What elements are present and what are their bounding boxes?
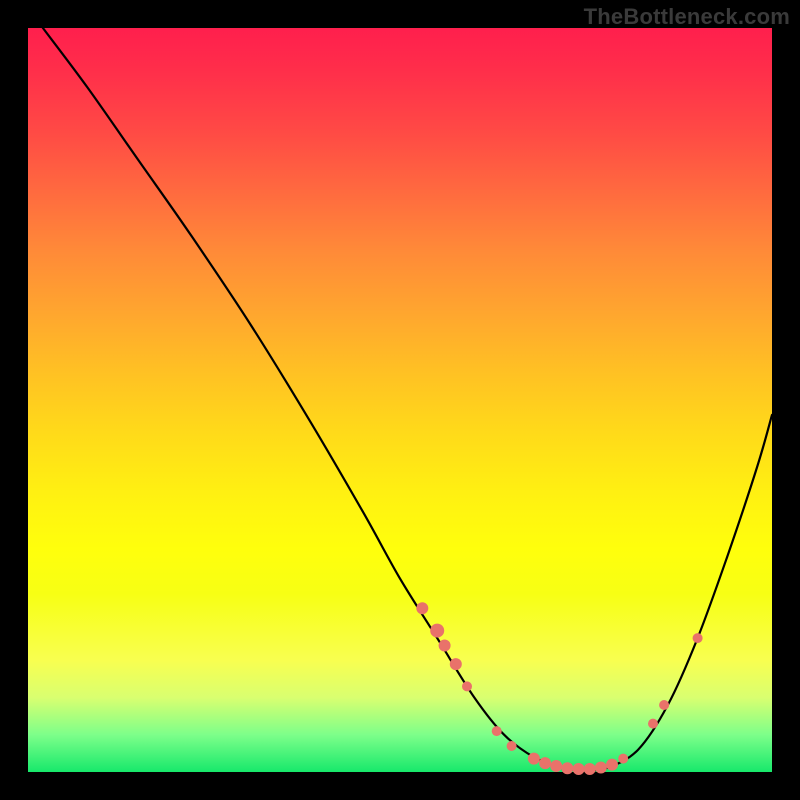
marker-dot — [450, 658, 462, 670]
marker-dot — [416, 602, 428, 614]
chart-svg — [28, 28, 772, 772]
marker-dot — [648, 719, 658, 729]
marker-dot — [462, 681, 472, 691]
marker-dot — [561, 762, 573, 774]
marker-dot — [550, 760, 562, 772]
marker-dot — [606, 759, 618, 771]
highlight-markers — [416, 602, 702, 775]
marker-dot — [439, 640, 451, 652]
marker-dot — [595, 762, 607, 774]
marker-dot — [693, 633, 703, 643]
marker-dot — [573, 763, 585, 775]
marker-dot — [492, 726, 502, 736]
chart-frame: TheBottleneck.com — [0, 0, 800, 800]
marker-dot — [507, 741, 517, 751]
marker-dot — [618, 754, 628, 764]
marker-dot — [430, 624, 444, 638]
watermark-label: TheBottleneck.com — [584, 4, 790, 30]
marker-dot — [659, 700, 669, 710]
bottleneck-curve — [43, 28, 772, 771]
marker-dot — [584, 763, 596, 775]
chart-plot-area — [28, 28, 772, 772]
marker-dot — [539, 757, 551, 769]
marker-dot — [528, 753, 540, 765]
